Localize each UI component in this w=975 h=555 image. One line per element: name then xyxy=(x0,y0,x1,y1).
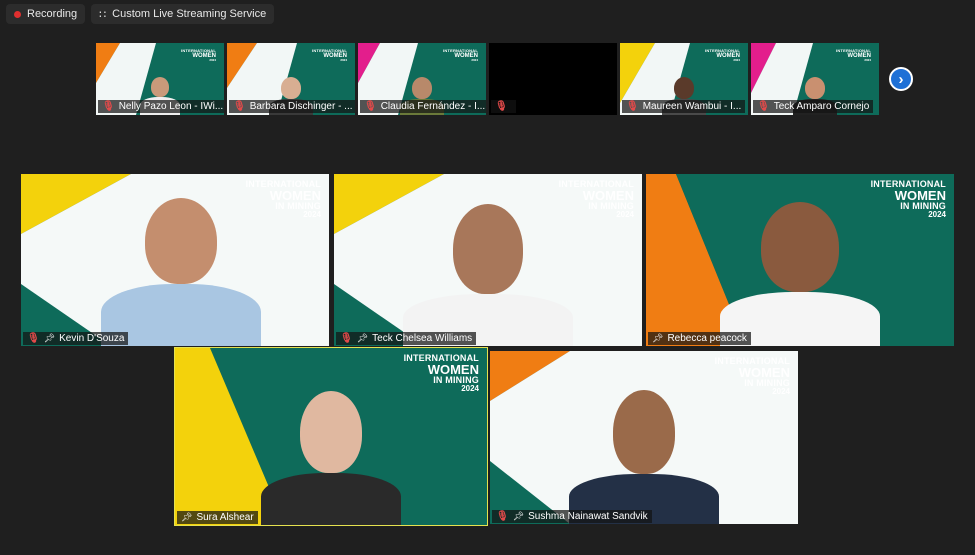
mic-muted-icon: 🎙︎ xyxy=(626,101,639,112)
next-page-button[interactable]: › xyxy=(889,67,913,91)
event-logo: INTERNATIONAL WOMEN IN MINING 2024 xyxy=(403,353,479,393)
event-logo: INTERNATIONAL WOMEN 2024 xyxy=(312,48,347,62)
recording-label: Recording xyxy=(27,8,78,20)
event-logo: INTERNATIONAL WOMEN IN MINING 2024 xyxy=(714,356,790,396)
event-logo: INTERNATIONAL WOMEN 2024 xyxy=(181,48,216,62)
participant-video xyxy=(261,391,401,525)
live-stream-icon: ∷ xyxy=(99,8,107,21)
participant-name-label: 🎙︎ 📌︎ Sushma Nainawat Sandvik xyxy=(492,510,652,523)
event-logo: INTERNATIONAL WOMEN 2024 xyxy=(836,48,871,62)
mic-muted-icon: 🎙︎ xyxy=(340,333,353,344)
pin-icon: 📌︎ xyxy=(652,333,664,343)
strip-tile[interactable]: INTERNATIONAL WOMEN 2024 🎙︎ Maureen Wambui … xyxy=(620,43,748,115)
participant-video xyxy=(101,198,261,346)
participant-name-label: 🎙︎ 📌︎ Kevin D'Souza xyxy=(23,332,129,345)
participant-name-label: 🎙︎ 📌︎ Teck Chelsea Williams xyxy=(336,332,477,345)
video-tile[interactable]: INTERNATIONAL WOMEN IN MINING 2024 🎙︎ 📌︎ Kevi… xyxy=(21,174,329,346)
video-tile[interactable]: INTERNATIONAL WOMEN IN MINING 2024 🎙︎ 📌︎ Teck… xyxy=(334,174,642,346)
live-stream-label: Custom Live Streaming Service xyxy=(112,8,267,20)
participant-video xyxy=(720,202,880,346)
pin-icon: 📌︎ xyxy=(181,512,193,522)
live-stream-indicator[interactable]: ∷ Custom Live Streaming Service xyxy=(91,4,275,24)
participant-name-label: 🎙︎ Teck Amparo Cornejo xyxy=(753,100,874,113)
pin-icon: 📌︎ xyxy=(356,333,369,343)
mic-muted-icon: 🎙︎ xyxy=(27,333,40,344)
mic-muted-icon: 🎙︎ xyxy=(102,101,115,112)
event-logo: INTERNATIONAL WOMEN IN MINING 2024 xyxy=(870,179,946,219)
meeting-topbar: Recording ∷ Custom Live Streaming Servic… xyxy=(6,4,275,24)
participant-video xyxy=(403,204,573,346)
strip-tile[interactable]: INTERNATIONAL WOMEN 2024 🎙︎ Teck Amparo Cor… xyxy=(751,43,879,115)
event-logo: INTERNATIONAL WOMEN 2024 xyxy=(443,48,478,62)
participant-name-label: 🎙︎ Barbara Dischinger - ... xyxy=(229,100,355,113)
mic-muted-icon: 🎙︎ xyxy=(364,101,377,112)
participant-name-label: 📌︎ Sura Alshear xyxy=(177,511,258,524)
mic-muted-icon: 🎙︎ xyxy=(233,101,246,112)
strip-tile[interactable]: INTERNATIONAL WOMEN 2024 🎙︎ Claudia Fernánd… xyxy=(358,43,486,115)
pin-icon: 📌︎ xyxy=(512,511,525,521)
participant-name-label: 🎙︎ xyxy=(491,100,516,113)
participant-video xyxy=(569,390,719,524)
video-tile[interactable]: INTERNATIONAL WOMEN IN MINING 2024 📌︎ Rebecc… xyxy=(646,174,954,346)
mic-muted-icon: 🎙︎ xyxy=(496,511,509,522)
chevron-right-icon: › xyxy=(898,70,904,88)
strip-tile[interactable]: 🎙︎ xyxy=(489,43,617,115)
strip-tile[interactable]: INTERNATIONAL WOMEN 2024 🎙︎ Nelly Pazo Leon… xyxy=(96,43,224,115)
video-tile-active-speaker[interactable]: INTERNATIONAL WOMEN IN MINING 2024 📌︎ Sura A… xyxy=(174,347,488,526)
event-logo: INTERNATIONAL WOMEN 2024 xyxy=(705,48,740,62)
pin-icon: 📌︎ xyxy=(43,333,56,343)
mic-muted-icon: 🎙︎ xyxy=(757,101,770,112)
participant-name-label: 🎙︎ Nelly Pazo Leon - IWi... xyxy=(98,100,224,113)
video-tile[interactable]: INTERNATIONAL WOMEN IN MINING 2024 🎙︎ 📌︎ Sush… xyxy=(490,351,798,524)
participant-name-label: 🎙︎ Maureen Wambui - I... xyxy=(622,100,746,113)
participant-name-label: 📌︎ Rebecca peacock xyxy=(648,332,751,345)
participant-name-label: 🎙︎ Claudia Fernández - I... xyxy=(360,100,486,113)
recording-indicator[interactable]: Recording xyxy=(6,4,86,24)
record-dot-icon xyxy=(14,10,21,18)
mic-muted-icon: 🎙︎ xyxy=(495,101,508,112)
strip-tile[interactable]: INTERNATIONAL WOMEN 2024 🎙︎ Barbara Dischin… xyxy=(227,43,355,115)
